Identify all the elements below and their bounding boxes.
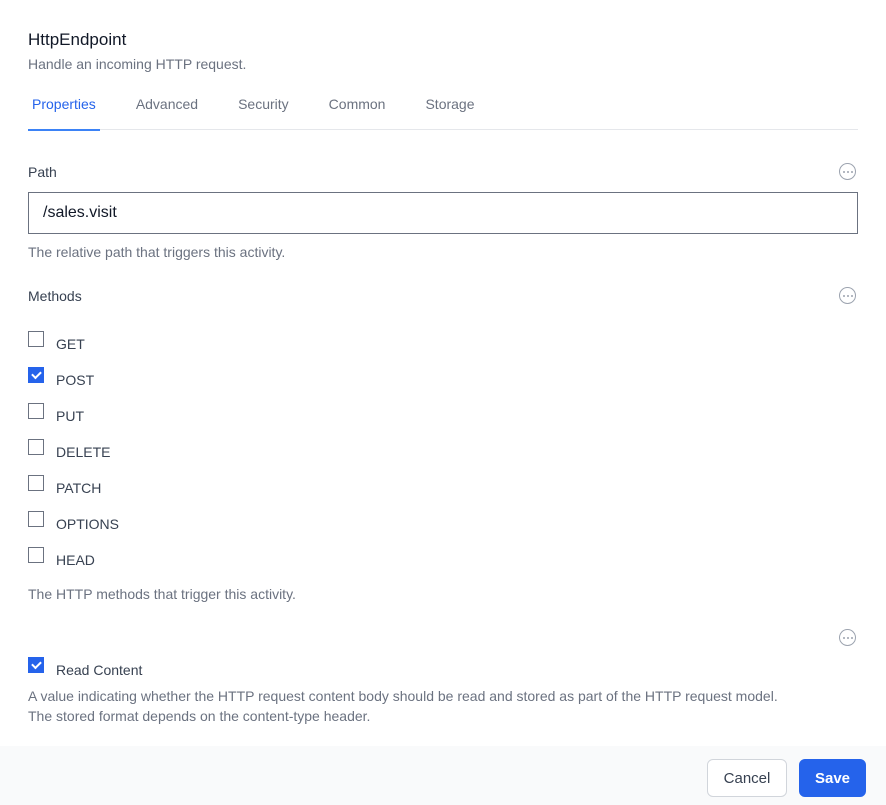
method-delete-checkbox[interactable] — [28, 439, 44, 455]
tab-storage[interactable]: Storage — [421, 90, 478, 130]
cancel-button[interactable]: Cancel — [707, 759, 787, 797]
method-delete-option[interactable]: DELETE — [28, 439, 111, 460]
dialog-footer: Cancel Save — [0, 746, 886, 805]
method-get-label: GET — [56, 336, 85, 352]
read-content-hint-line1: A value indicating whether the HTTP requ… — [28, 688, 778, 704]
path-input[interactable] — [28, 192, 858, 234]
method-post-label: POST — [56, 372, 95, 388]
method-head-checkbox[interactable] — [28, 547, 44, 563]
method-post-checkbox[interactable] — [28, 367, 44, 383]
read-content-checkbox[interactable] — [28, 657, 44, 673]
method-put-label: PUT — [56, 408, 84, 424]
read-content-hint-line2: The stored format depends on the content… — [28, 708, 371, 724]
read-content-option[interactable]: Read Content — [28, 657, 143, 678]
read-content-options-icon[interactable] — [839, 629, 856, 646]
save-button[interactable]: Save — [799, 759, 866, 797]
method-options-checkbox[interactable] — [28, 511, 44, 527]
path-options-icon[interactable] — [839, 163, 856, 180]
method-get-option[interactable]: GET — [28, 331, 85, 352]
methods-hint: The HTTP methods that trigger this activ… — [28, 586, 296, 602]
activity-title: HttpEndpoint — [28, 30, 127, 49]
method-options-label: OPTIONS — [56, 516, 120, 532]
method-patch-label: PATCH — [56, 480, 102, 496]
tab-security[interactable]: Security — [234, 90, 293, 130]
method-head-option[interactable]: HEAD — [28, 547, 95, 568]
activity-description: Handle an incoming HTTP request. — [28, 56, 247, 72]
method-put-option[interactable]: PUT — [28, 403, 84, 424]
read-content-label: Read Content — [56, 662, 143, 678]
method-delete-label: DELETE — [56, 444, 111, 460]
method-options-option[interactable]: OPTIONS — [28, 511, 120, 532]
tab-common[interactable]: Common — [325, 90, 390, 130]
method-patch-checkbox[interactable] — [28, 475, 44, 491]
methods-label: Methods — [28, 288, 82, 304]
tab-bar: Properties Advanced Security Common Stor… — [28, 90, 858, 131]
methods-options-icon[interactable] — [839, 287, 856, 304]
path-hint: The relative path that triggers this act… — [28, 244, 286, 260]
method-get-checkbox[interactable] — [28, 331, 44, 347]
method-head-label: HEAD — [56, 552, 95, 568]
method-post-option[interactable]: POST — [28, 367, 95, 388]
tab-properties[interactable]: Properties — [28, 90, 100, 131]
method-put-checkbox[interactable] — [28, 403, 44, 419]
method-patch-option[interactable]: PATCH — [28, 475, 102, 496]
path-label: Path — [28, 164, 57, 180]
activity-header: HttpEndpoint Handle an incoming HTTP req… — [28, 28, 858, 74]
tab-advanced[interactable]: Advanced — [132, 90, 202, 130]
